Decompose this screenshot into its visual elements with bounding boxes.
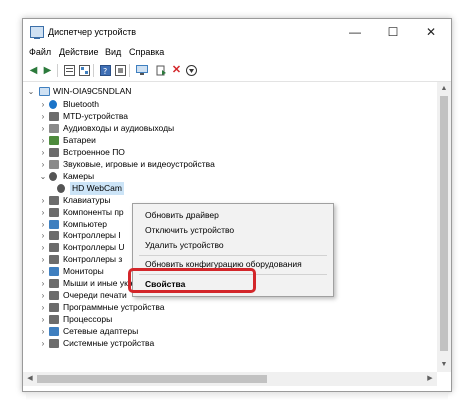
properties-highlight	[128, 268, 256, 293]
battery-icon	[49, 135, 59, 145]
ctx-separator	[139, 255, 327, 256]
bluetooth-icon	[49, 100, 57, 109]
vertical-scrollbar[interactable]: ▲ ▼	[437, 82, 451, 372]
ctx-uninstall-device[interactable]: Удалить устройство	[145, 238, 224, 252]
system-icon	[49, 339, 59, 348]
scroll-right-icon[interactable]: ▶	[423, 372, 437, 386]
vertical-scroll-thumb[interactable]	[440, 96, 448, 351]
toolbar-separator	[93, 64, 94, 77]
monitor-icon	[49, 267, 59, 277]
webcam-icon	[57, 183, 65, 193]
controller-icon	[49, 231, 59, 241]
toolbar-separator	[57, 64, 58, 77]
monitor-icon[interactable]	[135, 64, 148, 77]
component-icon	[49, 207, 59, 217]
audio-icon	[49, 123, 59, 133]
scroll-up-icon[interactable]: ▲	[437, 82, 451, 96]
menu-view[interactable]: Вид	[105, 47, 121, 57]
driver-icon[interactable]	[114, 64, 127, 77]
properties-icon[interactable]	[63, 64, 76, 77]
scroll-left-icon[interactable]: ◀	[23, 372, 37, 386]
back-icon[interactable]: ◀	[27, 64, 40, 77]
download-icon[interactable]	[185, 64, 198, 77]
remove-icon[interactable]: ✕	[170, 64, 183, 77]
tree-icon[interactable]	[78, 64, 91, 77]
ctx-disable-device[interactable]: Отключить устройство	[145, 223, 234, 237]
chevron-down-icon[interactable]: ⌄	[39, 170, 47, 183]
menu-help[interactable]: Справка	[129, 47, 164, 57]
window-shadow	[26, 392, 448, 400]
tree-root-label: WIN-OIA9C5NDLAN	[53, 86, 132, 96]
mouse-icon	[49, 279, 59, 289]
usb-icon	[49, 243, 59, 253]
close-button[interactable]: ✕	[417, 19, 445, 45]
computer-icon	[49, 219, 59, 229]
firmware-icon	[49, 147, 59, 157]
minimize-button[interactable]: —	[341, 19, 369, 45]
chevron-down-icon[interactable]: ⌄	[27, 85, 35, 98]
help-icon[interactable]: ?	[99, 64, 112, 77]
svg-text:?: ?	[103, 67, 107, 76]
mtd-icon	[49, 111, 59, 121]
network-icon	[49, 327, 59, 336]
horizontal-scroll-thumb[interactable]	[37, 375, 267, 383]
cpu-icon	[49, 315, 59, 325]
chevron-right-icon[interactable]: ›	[39, 337, 47, 350]
update-icon[interactable]	[155, 64, 168, 77]
printer-icon	[49, 291, 59, 301]
menu-bar: Файл Действие Вид Справка	[23, 45, 451, 61]
window-title: Диспетчер устройств	[48, 27, 136, 37]
forward-icon[interactable]: ▶	[41, 64, 54, 77]
camera-icon	[49, 171, 57, 181]
horizontal-scrollbar[interactable]: ◀ ▶	[23, 372, 437, 386]
storage-icon	[49, 255, 59, 265]
device-manager-icon	[30, 26, 44, 39]
menu-action[interactable]: Действие	[59, 47, 99, 57]
menu-file[interactable]: Файл	[29, 47, 51, 57]
maximize-button[interactable]: ☐	[379, 19, 407, 45]
tree-item-label: Системные устройства	[63, 338, 155, 348]
toolbar: ◀ ▶ ? ✕	[23, 61, 451, 82]
toolbar-separator	[129, 64, 130, 77]
sound-icon	[49, 159, 59, 169]
scroll-down-icon[interactable]: ▼	[437, 358, 451, 372]
keyboard-icon	[49, 195, 59, 205]
title-bar: Диспетчер устройств — ☐ ✕	[23, 19, 451, 45]
computer-icon	[39, 87, 50, 96]
ctx-update-driver[interactable]: Обновить драйвер	[145, 208, 219, 222]
software-icon	[49, 303, 59, 313]
